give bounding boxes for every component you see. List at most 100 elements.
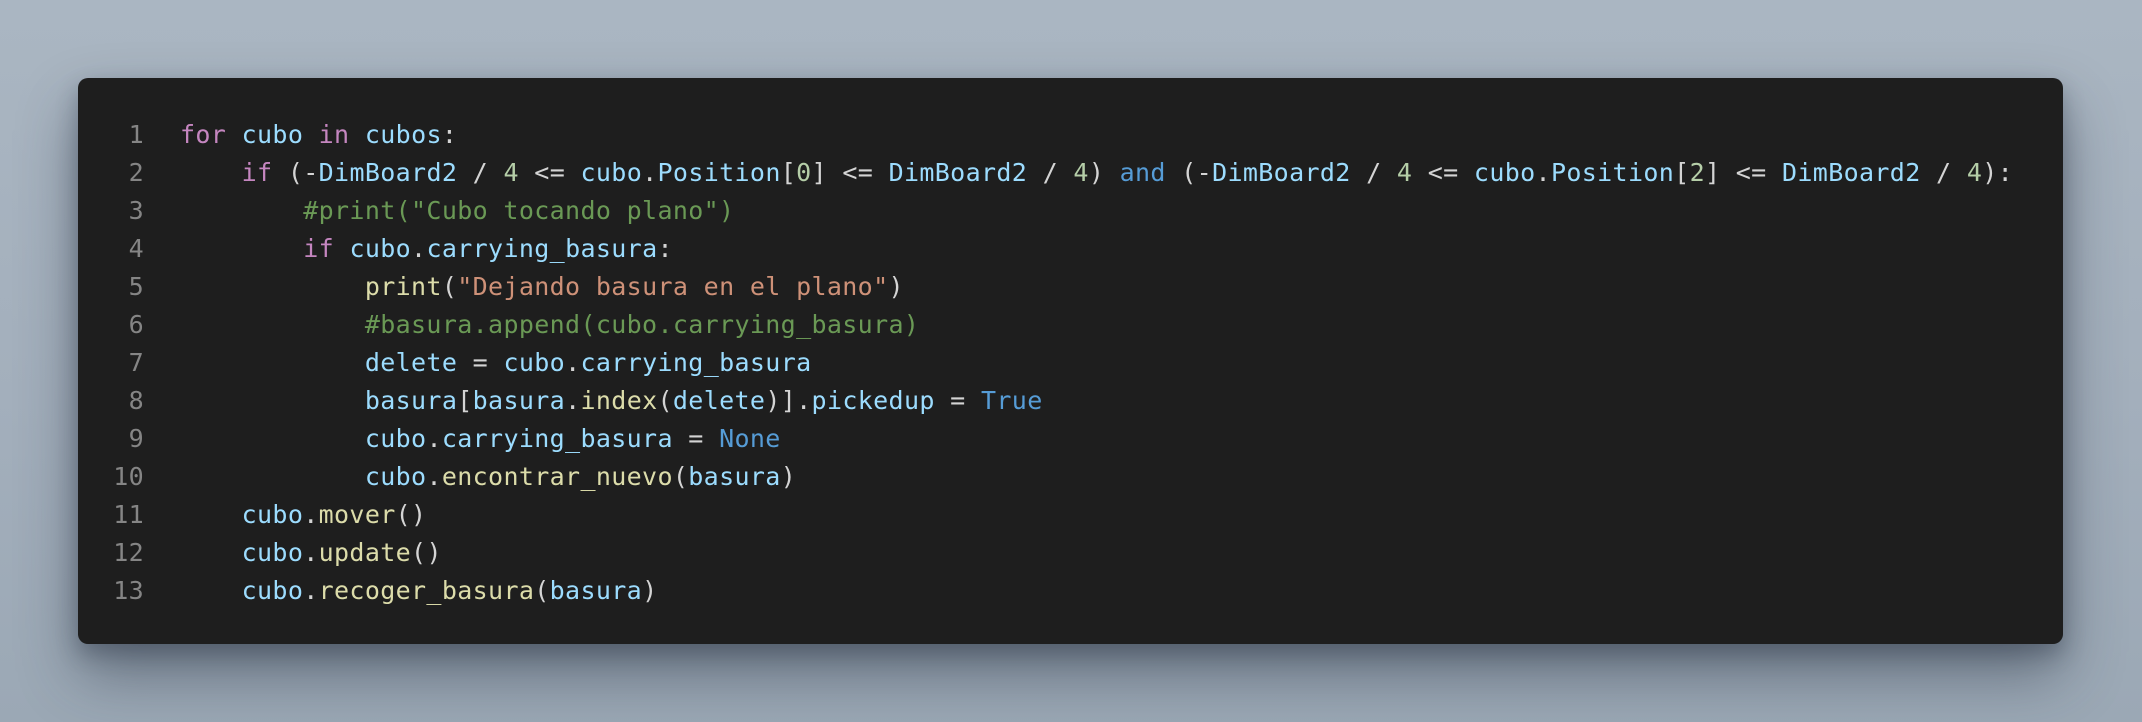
- line-code: cubo.update(): [180, 534, 442, 572]
- code-token: .: [1535, 158, 1551, 187]
- code-token: DimBoard2: [1212, 158, 1351, 187]
- code-token: /: [1350, 158, 1397, 187]
- code-token: ):: [1982, 158, 2014, 187]
- code-token: print: [364, 272, 442, 301]
- code-token: .: [565, 348, 581, 377]
- code-line: 10 cubo.encontrar_nuevo(basura): [78, 458, 2063, 496]
- line-code: for cubo in cubos:: [180, 116, 457, 154]
- code-token: (): [395, 500, 427, 529]
- code-token: (: [657, 386, 673, 415]
- code-line: 5 print("Dejando basura en el plano"): [78, 268, 2063, 306]
- code-token: cubo: [241, 120, 304, 149]
- code-token: (: [672, 462, 689, 491]
- code-token: for: [180, 120, 227, 149]
- code-token: )].: [765, 386, 812, 415]
- code-token: ] <=: [1704, 158, 1782, 187]
- code-token: cubo: [580, 158, 643, 187]
- code-token: /: [1920, 158, 1967, 187]
- code-line: 8 basura[basura.index(delete)].pickedup …: [78, 382, 2063, 420]
- line-code: delete = cubo.carrying_basura: [180, 344, 812, 382]
- line-number: 12: [113, 538, 144, 567]
- line-code: if cubo.carrying_basura:: [180, 230, 673, 268]
- line-number: 1: [128, 120, 144, 149]
- code-token: 4: [1396, 158, 1413, 187]
- code-token: "Dejando basura en el plano": [457, 272, 889, 301]
- code-token: =: [457, 348, 504, 377]
- line-number: 7: [128, 348, 144, 377]
- code-token: and: [1119, 158, 1166, 187]
- code-line: 4 if cubo.carrying_basura:: [78, 230, 2063, 268]
- code-token: =: [672, 424, 720, 453]
- code-line: 9 cubo.carrying_basura = None: [78, 420, 2063, 458]
- code-token: carrying_basura: [580, 348, 812, 377]
- code-token: pickedup: [811, 386, 935, 415]
- line-number: 8: [128, 386, 144, 415]
- code-line: 2 if (-DimBoard2 / 4 <= cubo.Position[0]…: [78, 154, 2063, 192]
- code-token: basura: [549, 576, 643, 605]
- code-token: cubo: [364, 462, 427, 491]
- code-token: cubo: [241, 576, 304, 605]
- line-code: if (-DimBoard2 / 4 <= cubo.Position[0] <…: [180, 154, 2013, 192]
- code-token: Position: [657, 158, 781, 187]
- code-token: (-: [272, 158, 319, 187]
- code-token: cubos: [364, 120, 442, 149]
- line-number: 13: [113, 576, 144, 605]
- code-token: cubo: [349, 234, 412, 263]
- code-token: cubo: [503, 348, 566, 377]
- code-token: cubo: [241, 500, 304, 529]
- line-code: cubo.recoger_basura(basura): [180, 572, 658, 610]
- line-number: 2: [128, 158, 144, 187]
- code-token: if: [241, 158, 273, 187]
- code-line: 7 delete = cubo.carrying_basura: [78, 344, 2063, 382]
- code-token: [: [457, 386, 473, 415]
- line-code: basura[basura.index(delete)].pickedup = …: [180, 382, 1043, 420]
- code-token: carrying_basura: [426, 234, 658, 263]
- code-token: .: [642, 158, 658, 187]
- line-code: cubo.mover(): [180, 496, 426, 534]
- code-line: 13 cubo.recoger_basura(basura): [78, 572, 2063, 610]
- line-number: 10: [113, 462, 144, 491]
- code-token: True: [980, 386, 1043, 415]
- code-token: 4: [503, 158, 519, 187]
- line-code: cubo.carrying_basura = None: [180, 420, 781, 458]
- code-token: mover: [318, 500, 396, 529]
- code-token: /: [457, 158, 504, 187]
- code-token: if: [303, 234, 335, 263]
- code-token: =: [934, 386, 981, 415]
- code-line: 11 cubo.mover(): [78, 496, 2063, 534]
- line-code: #basura.append(cubo.carrying_basura): [180, 306, 919, 344]
- code-token: ] <=: [811, 158, 889, 187]
- code-token: .: [565, 386, 581, 415]
- code-lines: 1 for cubo in cubos: 2 if (-DimBoard2 / 4 …: [78, 116, 2063, 610]
- code-token: :: [657, 234, 673, 263]
- line-number: 9: [128, 424, 144, 453]
- line-number: 6: [128, 310, 144, 339]
- line-number: 5: [128, 272, 144, 301]
- code-token: index: [580, 386, 658, 415]
- code-token: [: [1674, 158, 1690, 187]
- code-token: <=: [518, 158, 581, 187]
- code-token: ): [642, 576, 658, 605]
- code-token: DimBoard2: [318, 158, 458, 187]
- code-token: .: [303, 500, 319, 529]
- code-token: basura: [472, 386, 566, 415]
- code-token: .: [426, 424, 442, 453]
- code-token: cubo: [364, 424, 427, 453]
- code-token: (-: [1165, 158, 1213, 187]
- code-token: .: [411, 234, 427, 263]
- code-token: (: [441, 272, 458, 301]
- code-token: <=: [1412, 158, 1474, 187]
- code-token: DimBoard2: [888, 158, 1028, 187]
- code-token: (: [534, 576, 550, 605]
